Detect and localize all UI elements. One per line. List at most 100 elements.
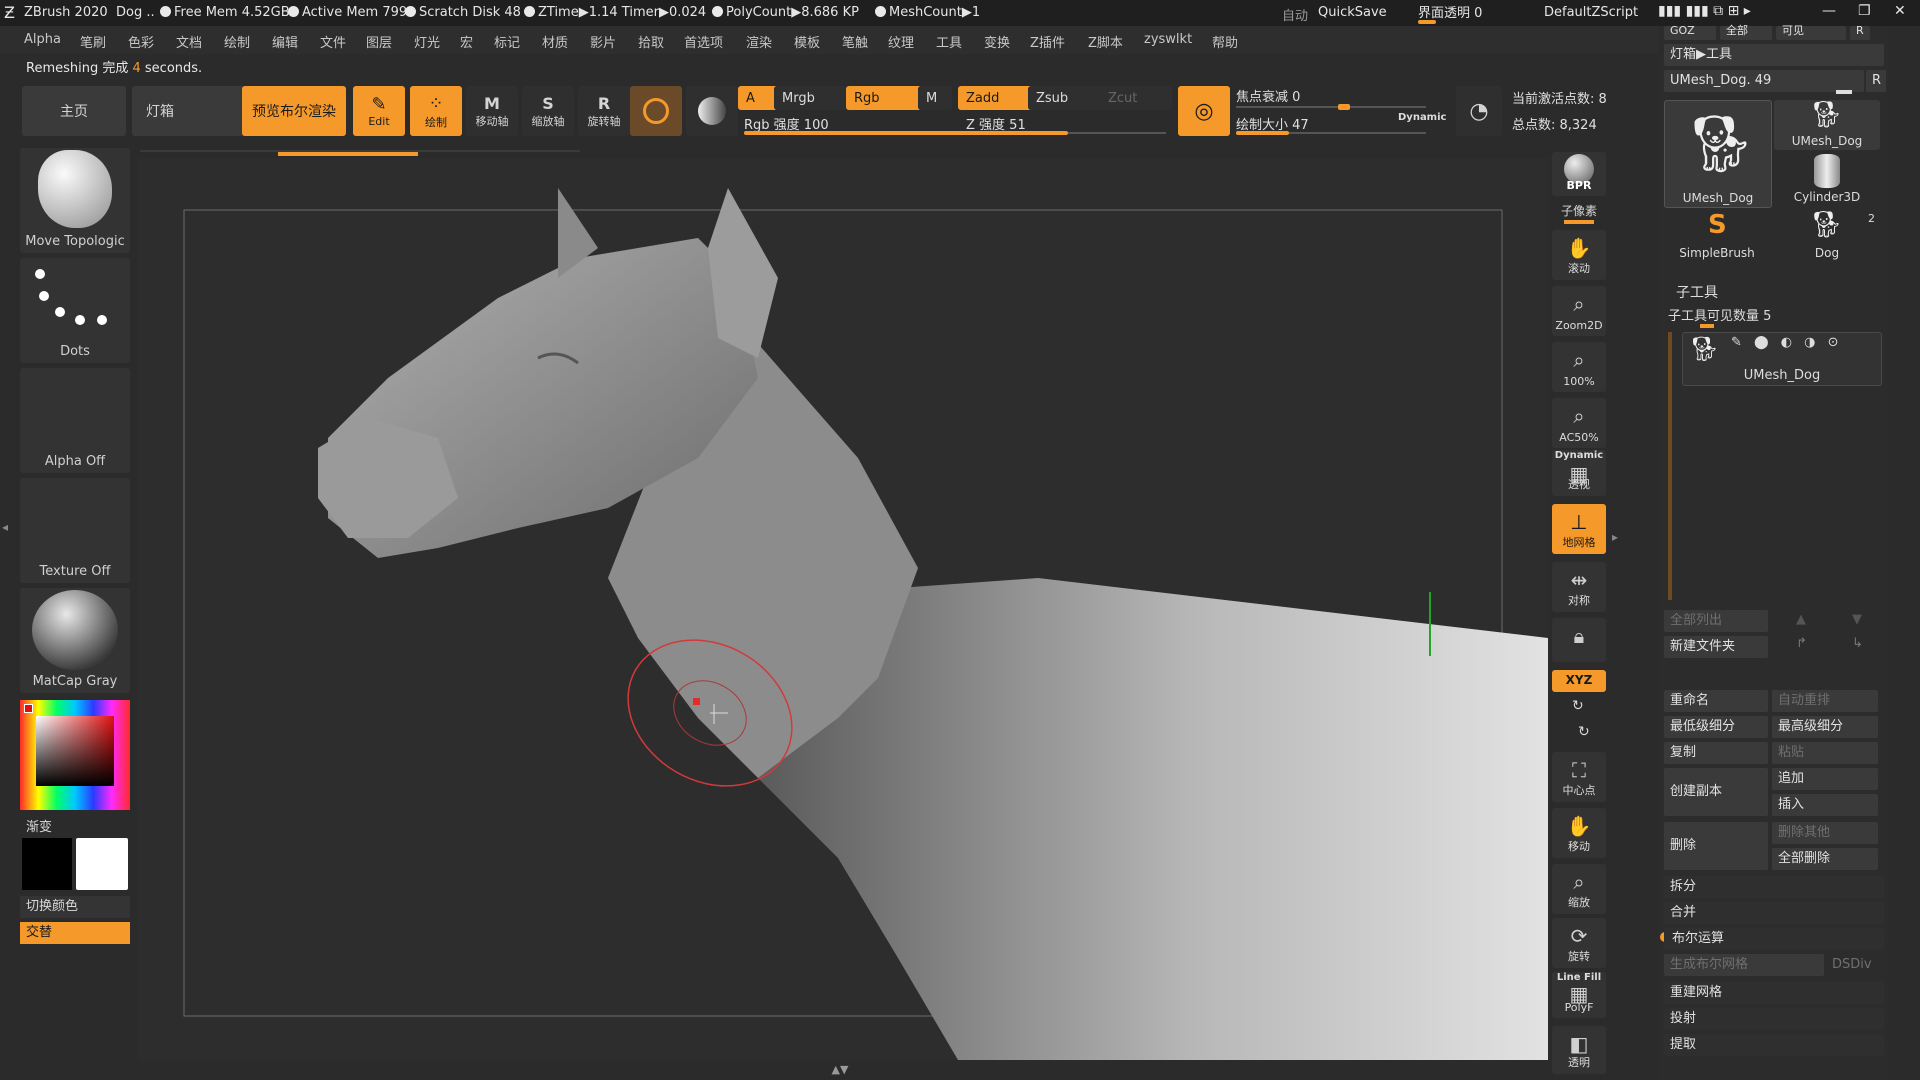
r-button[interactable]: R bbox=[1850, 25, 1870, 40]
secondary-color-swatch[interactable] bbox=[22, 838, 72, 890]
menu-marker[interactable]: 标记 bbox=[494, 32, 520, 51]
subtool-header[interactable]: 子工具 bbox=[1676, 282, 1718, 302]
lowest-subdiv-button[interactable]: 最低级细分 bbox=[1664, 716, 1768, 738]
symmetry-button[interactable]: ⇹ 对称 bbox=[1552, 562, 1606, 612]
minimize-icon[interactable]: — bbox=[1822, 3, 1836, 19]
color-picker[interactable] bbox=[20, 700, 130, 810]
transparency-button[interactable]: ◧ 透明 bbox=[1552, 1026, 1606, 1074]
floor-grid-button[interactable]: ⊥ 地网格 bbox=[1552, 504, 1606, 554]
move-button[interactable]: M 移动轴 bbox=[466, 86, 518, 136]
lightbox-tool-button[interactable]: 灯箱▶工具 bbox=[1664, 44, 1884, 66]
menu-layer[interactable]: 图层 bbox=[366, 32, 392, 51]
copy-button[interactable]: 复制 bbox=[1664, 742, 1768, 764]
scale-button[interactable]: S 缩放轴 bbox=[522, 86, 574, 136]
split-section[interactable]: 拆分 bbox=[1664, 876, 1884, 898]
actual-size-button[interactable]: ⌕ 100% bbox=[1552, 342, 1606, 392]
menu-file[interactable]: 文件 bbox=[320, 32, 346, 51]
auto-reorder-button[interactable]: 自动重排 bbox=[1772, 690, 1878, 712]
boolean-section[interactable]: 布尔运算 bbox=[1664, 928, 1884, 950]
remesh-section[interactable]: 重建网格 bbox=[1664, 982, 1884, 1004]
menu-render[interactable]: 渲染 bbox=[746, 32, 772, 51]
zoom-view-button[interactable]: ⌕ 缩放 bbox=[1552, 864, 1606, 914]
quicksave-button[interactable]: QuickSave bbox=[1318, 5, 1387, 20]
main-color-swatch[interactable] bbox=[76, 838, 128, 890]
subtool-item-umesh-dog[interactable]: 🐕︎ ✎ ⬤ ◐ ◑ ⊙ UMesh_Dog bbox=[1682, 332, 1882, 386]
subtool-scrollbar[interactable] bbox=[1668, 332, 1672, 600]
current-tool-slider[interactable]: UMesh_Dog. 49 bbox=[1664, 70, 1864, 92]
make-boolean-mesh-button[interactable]: 生成布尔网格 bbox=[1664, 954, 1824, 976]
arrow-down-icon[interactable]: ▼ bbox=[1852, 612, 1862, 627]
highest-subdiv-button[interactable]: 最高级细分 bbox=[1772, 716, 1878, 738]
rotate-z-icon[interactable]: ↻ bbox=[1578, 724, 1590, 740]
delete-all-button[interactable]: 全部删除 bbox=[1772, 848, 1878, 870]
bpr-preview-button[interactable]: 预览布尔渲染 bbox=[242, 86, 346, 136]
edit-button[interactable]: ✎ Edit bbox=[353, 86, 405, 136]
switch-color-button[interactable]: 切换颜色 bbox=[20, 896, 130, 918]
gradient-label[interactable]: 渐变 bbox=[26, 816, 52, 835]
lightbox-button[interactable]: 灯箱 bbox=[132, 86, 250, 136]
subpixel-label[interactable]: 子像素 bbox=[1552, 202, 1606, 219]
merge-section[interactable]: 合并 bbox=[1664, 902, 1884, 924]
tool-thumb-cylinder3d[interactable]: Cylinder3D bbox=[1774, 154, 1880, 206]
focal-shift-slider[interactable]: 焦点衰减 0 bbox=[1236, 86, 1300, 105]
draw-button[interactable]: ⁘ 绘制 bbox=[410, 86, 462, 136]
menu-draw[interactable]: 绘制 bbox=[224, 32, 250, 51]
zsub-toggle[interactable]: Zsub bbox=[1028, 86, 1106, 110]
maximize-icon[interactable]: ❐ bbox=[1858, 3, 1871, 19]
insert-button[interactable]: 插入 bbox=[1772, 794, 1878, 816]
duplicate-button[interactable]: 创建副本 bbox=[1664, 768, 1768, 816]
stroke-picker[interactable]: Dots bbox=[20, 258, 130, 363]
menu-movie[interactable]: 影片 bbox=[590, 32, 616, 51]
texture-picker[interactable]: Texture Off bbox=[20, 478, 130, 583]
brush-picker[interactable]: Move Topologic bbox=[20, 148, 130, 253]
new-folder-button[interactable]: 新建文件夹 bbox=[1664, 636, 1768, 658]
menu-edit[interactable]: 编辑 bbox=[272, 32, 298, 51]
visible-button[interactable]: 可见 bbox=[1776, 25, 1846, 40]
menu-tool[interactable]: 工具 bbox=[936, 32, 962, 51]
rgb-toggle[interactable]: Rgb bbox=[846, 86, 922, 110]
brush-size-toggle[interactable]: ◎ bbox=[1178, 86, 1230, 136]
project-section[interactable]: 投射 bbox=[1664, 1008, 1884, 1030]
menu-picker[interactable]: 拾取 bbox=[638, 32, 664, 51]
scroll-button[interactable]: ✋ 滚动 bbox=[1552, 230, 1606, 280]
right-tray-toggle[interactable]: ▸ bbox=[1612, 530, 1618, 544]
tool-thumb-dog[interactable]: 🐕︎ 2 Dog bbox=[1774, 210, 1880, 262]
alternate-button[interactable]: 交替 bbox=[20, 922, 130, 944]
menu-alpha[interactable]: Alpha bbox=[24, 32, 61, 47]
zoom2d-button[interactable]: ⌕ Zoom2D bbox=[1552, 286, 1606, 336]
menu-zscript[interactable]: Z脚本 bbox=[1088, 32, 1123, 51]
move-view-button[interactable]: ✋ 移动 bbox=[1552, 808, 1606, 858]
menu-help[interactable]: 帮助 bbox=[1212, 32, 1238, 51]
rotate-button[interactable]: R 旋转轴 bbox=[578, 86, 630, 136]
dsdiv-slider[interactable]: DSDiv bbox=[1826, 954, 1880, 976]
bpr-render-button[interactable]: BPR bbox=[1552, 152, 1606, 196]
zadd-toggle[interactable]: Zadd bbox=[958, 86, 1034, 110]
material-sphere-button[interactable] bbox=[686, 86, 738, 136]
tool-thumb-umesh-dog-large[interactable]: 🐕︎ UMesh_Dog bbox=[1664, 100, 1772, 208]
dynamic-toggle[interactable]: Dynamic bbox=[1398, 112, 1446, 123]
menu-transform[interactable]: 变换 bbox=[984, 32, 1010, 51]
menu-stencil[interactable]: 模板 bbox=[794, 32, 820, 51]
sculptris-button[interactable] bbox=[630, 86, 682, 136]
tool-r-button[interactable]: R bbox=[1866, 70, 1886, 92]
arrow-up-icon[interactable]: ▲ bbox=[1796, 612, 1806, 627]
half-size-button[interactable]: ⌕ AC50% bbox=[1552, 398, 1606, 448]
close-icon[interactable]: ✕ bbox=[1894, 3, 1906, 19]
zcut-toggle[interactable]: Zcut bbox=[1100, 86, 1172, 110]
menu-document[interactable]: 文档 bbox=[176, 32, 202, 51]
menu-zyswlkt[interactable]: zyswlkt bbox=[1144, 32, 1192, 47]
append-button[interactable]: 追加 bbox=[1772, 768, 1878, 790]
xyz-rotate-button[interactable]: XYZ bbox=[1552, 670, 1606, 692]
bottom-tray-toggle[interactable]: ▲▼ bbox=[760, 1064, 920, 1075]
tool-thumb-umesh-dog[interactable]: 🐕︎ UMesh_Dog bbox=[1774, 100, 1880, 150]
paste-button[interactable]: 粘贴 bbox=[1772, 742, 1878, 764]
menu-brush[interactable]: 笔刷 bbox=[80, 32, 106, 51]
subpixel-slider[interactable] bbox=[1564, 220, 1594, 224]
delete-other-button[interactable]: 删除其他 bbox=[1772, 822, 1878, 844]
m-toggle[interactable]: M bbox=[918, 86, 952, 110]
subtool-visible-count-slider[interactable]: 子工具可见数量 5 bbox=[1668, 305, 1771, 324]
polyframe-button[interactable]: Line Fill ▦ PolyF bbox=[1552, 972, 1606, 1018]
menu-light[interactable]: 灯光 bbox=[414, 32, 440, 51]
left-tray-toggle[interactable]: ◂ bbox=[2, 520, 12, 570]
all-button[interactable]: 全部 bbox=[1720, 25, 1772, 40]
